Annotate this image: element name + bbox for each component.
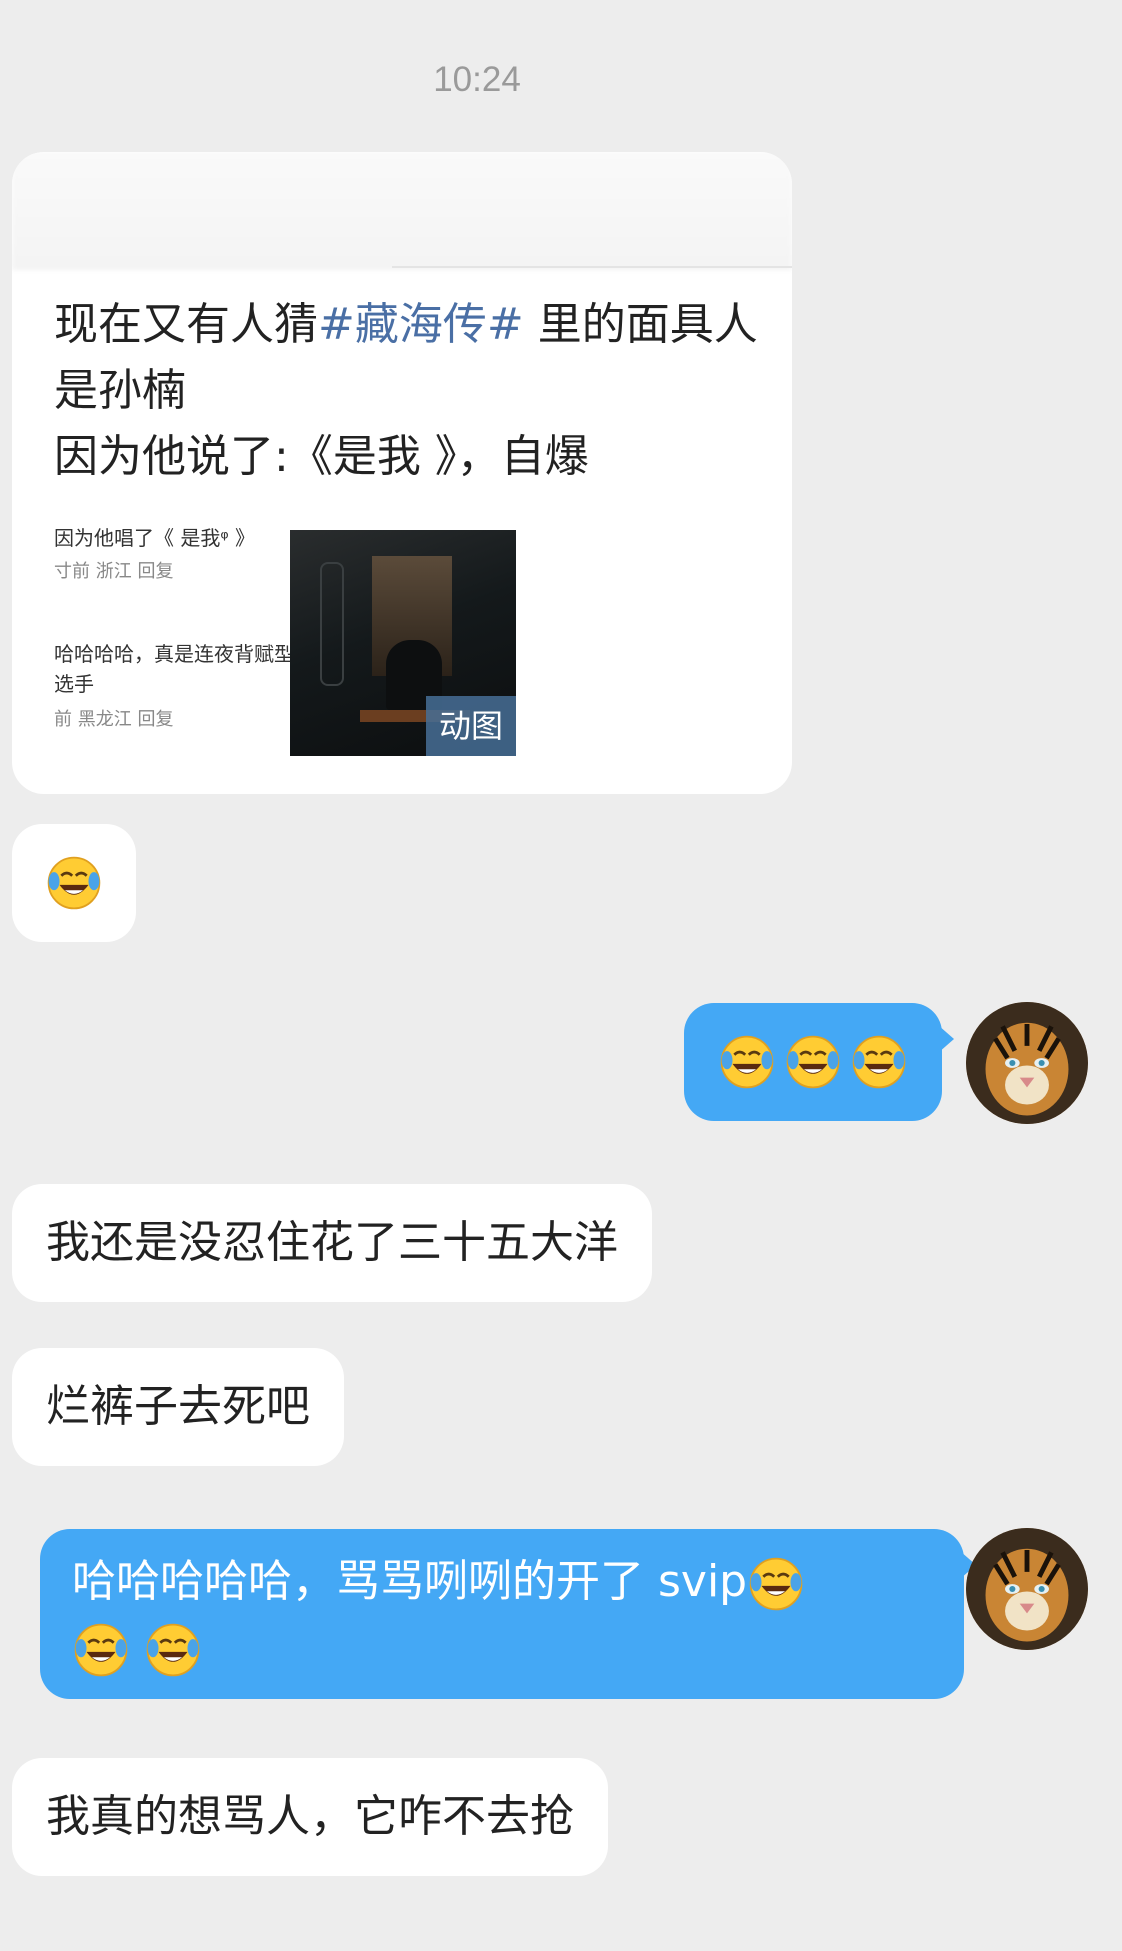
laughing-crying-face-icon	[45, 854, 103, 912]
laughing-crying-face-icon	[784, 1033, 842, 1091]
blurred-header	[12, 152, 792, 270]
message-timestamp: 10:24	[433, 60, 521, 99]
laughing-crying-face-icon	[747, 1555, 805, 1613]
message-text: 我真的想骂人，它咋不去抢	[46, 1791, 574, 1842]
user-avatar[interactable]	[966, 1002, 1088, 1124]
post-text-line2: 是孙楠	[54, 365, 186, 416]
shared-post-text: 现在又有人猜#藏海传# 里的面具人 是孙楠 因为他说了:《是我 》，自爆	[54, 292, 774, 490]
post-text-rest: 里的面具人	[523, 299, 758, 350]
animated-image-thumbnail[interactable]: 动图	[290, 530, 516, 756]
message-bubble-outgoing[interactable]: 哈哈哈哈哈，骂骂咧咧的开了 svip	[40, 1529, 976, 1699]
laughing-crying-face-icon	[72, 1621, 130, 1679]
message-text: 烂裤子去死吧	[46, 1381, 310, 1432]
comment-meta: 寸前 浙江 回复	[54, 561, 174, 582]
laughing-crying-face-icon	[850, 1033, 908, 1091]
post-text-line3: 因为他说了:《是我 》，自爆	[54, 431, 589, 482]
message-bubble-outgoing[interactable]	[684, 1003, 954, 1121]
media-door-frame	[320, 562, 344, 686]
laughing-crying-face-icon	[144, 1621, 202, 1679]
gif-badge: 动图	[426, 696, 516, 756]
post-text-prefix: 现在又有人猜	[54, 299, 318, 350]
message-bubble-incoming[interactable]: 烂裤子去死吧	[12, 1348, 344, 1466]
comment-text: 哈哈哈哈，真是连夜背赋型选手	[54, 642, 294, 696]
card-divider	[392, 266, 792, 268]
comment-meta: 前 黑龙江 回复	[54, 709, 174, 730]
tiger-avatar-icon	[966, 1002, 1088, 1124]
shared-post-card[interactable]: 现在又有人猜#藏海传# 里的面具人 是孙楠 因为他说了:《是我 》，自爆 因为他…	[12, 152, 792, 794]
hashtag-link[interactable]: #藏海传#	[318, 299, 524, 350]
message-bubble-incoming[interactable]: 我真的想骂人，它咋不去抢	[12, 1758, 608, 1876]
user-avatar[interactable]	[966, 1528, 1088, 1650]
laughing-crying-face-icon	[718, 1033, 776, 1091]
message-text: 我还是没忍住花了三十五大洋	[46, 1217, 618, 1268]
message-bubble-incoming[interactable]: 我还是没忍住花了三十五大洋	[12, 1184, 652, 1302]
message-bubble-incoming[interactable]	[12, 824, 136, 942]
message-text: 哈哈哈哈哈，骂骂咧咧的开了 svip	[72, 1556, 748, 1607]
embedded-comments: 因为他唱了《 是我ᵠ 》 寸前 浙江 回复 哈哈哈哈，真是连夜背赋型选手 前 黑…	[54, 522, 294, 731]
tiger-avatar-icon	[966, 1528, 1088, 1650]
comment-text: 因为他唱了《 是我ᵠ 》	[54, 526, 256, 550]
